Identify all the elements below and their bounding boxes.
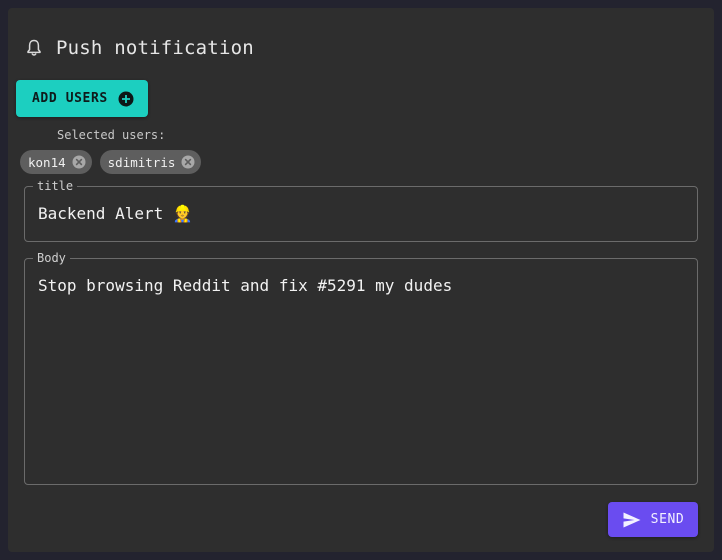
plus-circle-icon [118, 91, 134, 107]
bell-icon [26, 39, 42, 57]
send-button[interactable]: SEND [608, 502, 698, 537]
title-input-value[interactable]: Backend Alert 👷 [38, 204, 684, 223]
title-field[interactable]: title Backend Alert 👷 [24, 180, 698, 242]
user-chip-label: kon14 [28, 154, 66, 170]
card-header: Push notification [26, 36, 254, 60]
body-field[interactable]: Body Stop browsing Reddit and fix #5291 … [24, 252, 698, 485]
user-chip-kon14: kon14 [20, 150, 92, 174]
selected-users-list: kon14 sdimitris [20, 150, 202, 174]
add-users-button[interactable]: ADD USERS [16, 80, 148, 117]
send-icon [622, 511, 642, 529]
remove-user-icon[interactable] [72, 155, 86, 169]
body-input-value[interactable]: Stop browsing Reddit and fix #5291 my du… [38, 276, 684, 295]
send-label: SEND [650, 512, 685, 527]
remove-user-icon[interactable] [181, 155, 195, 169]
selected-users-label: Selected users: [57, 128, 166, 142]
user-chip-label: sdimitris [107, 154, 176, 170]
page-title: Push notification [56, 37, 254, 59]
add-users-label: ADD USERS [32, 91, 108, 106]
user-chip-sdimitris: sdimitris [99, 150, 202, 174]
body-field-label: Body [37, 251, 66, 265]
push-notification-card: Push notification ADD USERS Selected use… [8, 8, 714, 552]
title-field-label: title [37, 179, 74, 193]
